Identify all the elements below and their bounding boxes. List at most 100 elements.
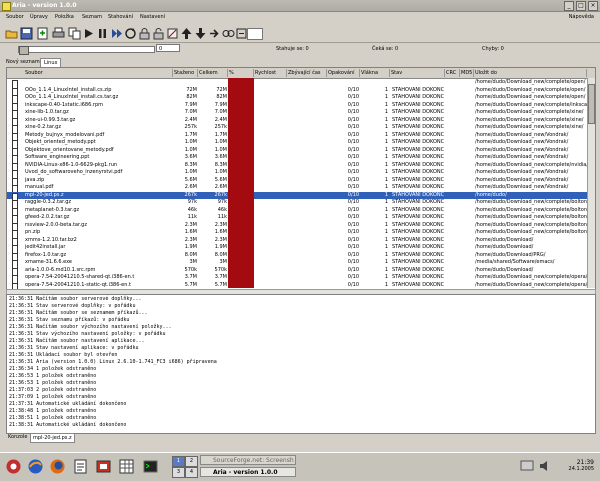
open-folder-icon[interactable] (5, 27, 18, 40)
col-vlakna[interactable]: Vlákna (360, 69, 390, 77)
tab-novy-seznam[interactable]: Nový seznam (3, 58, 43, 66)
start-menu-icon[interactable] (5, 458, 22, 475)
table-row[interactable]: gfeed-2.0.2.tar.gz 11k 11k 0/10 1 STAHOVÁNÍ D… (7, 214, 587, 224)
impress-icon[interactable] (95, 458, 112, 475)
workspace-3[interactable]: 3 (172, 467, 185, 478)
table-row[interactable]: OOo_1.1.4_LinuxIntel_install.cs.tar.gz 82… (7, 94, 587, 104)
lock-icon[interactable] (138, 27, 151, 40)
console-line: 21:37:31 Automatické ukládání dokončeno (9, 401, 126, 408)
maximize-button[interactable]: □ (576, 1, 586, 11)
writer-icon[interactable] (72, 458, 89, 475)
table-row[interactable]: xine-ui-0.99.3.tar.gz 2.4M 2.4M 0/10 1 STAHOV… (7, 117, 587, 127)
table-row[interactable]: mpl-20-jed.ps.z 267k 267k 0/10 1 STAHOVÁNÍ DO… (7, 191, 587, 202)
table-row[interactable]: OOo_1.1.4_LinuxIntel_install.cs.zip 72M 72… (7, 87, 587, 97)
taskbar-clock[interactable]: 21:39 24.1.2005 (569, 459, 594, 472)
table-row[interactable]: xine-0.2.tar.gz 257k 257k 0/10 1 STAHOVÁNÍ DO… (7, 124, 587, 134)
go-icon[interactable] (208, 27, 221, 40)
workspace-2[interactable]: 2 (185, 456, 198, 467)
col-percent[interactable]: % (228, 69, 254, 77)
col-crc[interactable]: CRC (445, 69, 460, 77)
col-zbyvajici-cas[interactable]: Zbývající čas (287, 69, 327, 77)
refresh-icon[interactable] (124, 27, 137, 40)
speed-spinbox[interactable]: 0 (156, 44, 180, 52)
table-row[interactable]: xmms-1.2.10.tar.bz2 2.3M 2.3M 0/10 1 STAHOVÁN… (7, 236, 587, 247)
save-icon[interactable] (20, 27, 33, 40)
workspace-1[interactable]: 1 (172, 456, 185, 467)
table-row[interactable]: java.zip 5.6M 5.6M 0/10 1 STAHOVÁNÍ DOKONČEN /… (7, 177, 587, 187)
table-row[interactable]: Objekt_oriented_metody.ppt 1.0M 1.0M 0/10 1 S… (7, 139, 587, 149)
scrollbar-thumb[interactable] (588, 84, 595, 124)
menu-upravy[interactable]: Úpravy (30, 14, 48, 20)
table-row[interactable]: Objektove_orientovane_metody.pdf 1.0M 1.0M… (7, 147, 587, 157)
menu-napoveda[interactable]: Nápověda (569, 14, 594, 20)
table-row[interactable]: rssview-2.0.0-beta.tar.gz 2.3M 2.3M 0/10 1 ST… (7, 221, 587, 232)
table-row[interactable]: opera-7.54-20041210.1-static-qt.i386-en.… (7, 282, 587, 290)
browser-icon[interactable] (27, 458, 44, 475)
terminal-icon[interactable] (142, 458, 159, 475)
table-row[interactable]: xine-lib-1.0.tar.gz 7.0M 7.0M 0/10 1 STAHOVÁN… (7, 109, 587, 119)
menu-polozka[interactable]: Položka (55, 14, 74, 20)
calc-icon[interactable] (118, 458, 135, 475)
table-row[interactable]: xmame-31.6.6.exe 3M 3M 0/10 1 STAHOVÁNÍ DOKON… (7, 259, 587, 269)
menu-stahovani[interactable]: Stahování (108, 14, 133, 20)
table-row[interactable]: manual.pdf 2.6M 2.6M 0/10 1 STAHOVÁNÍ DOKONČE… (7, 184, 587, 194)
play-icon[interactable] (82, 27, 95, 40)
speed-slider[interactable] (18, 46, 155, 55)
table-row[interactable]: NVIDIA-Linux-x86-1.0-6629-pkg1.run 8.3M 8.… (7, 162, 587, 172)
menu-nastaveni[interactable]: Nastavení (140, 14, 165, 20)
title-bar[interactable]: Aria - version 1.0.0 _ □ × (0, 0, 600, 12)
workspace-4[interactable]: 4 (185, 467, 198, 478)
cell-state: STAHOVÁNÍ DOKONČEN (392, 266, 444, 273)
add-item-icon[interactable] (36, 27, 49, 40)
table-row[interactable]: pn.zip 1.6M 1.6M 0/10 1 STAHOVÁNÍ DOKONČEN/ho… (7, 229, 587, 239)
tab-item-detail[interactable]: mpl-20-jed.ps.z (30, 433, 75, 443)
table-row[interactable]: firefox-1.0.tar.gz 8.0M 8.0M 0/10 1 STAHOVÁNÍ… (7, 252, 587, 262)
pause-icon[interactable] (96, 27, 109, 40)
col-md5[interactable]: MD5 (460, 69, 474, 77)
speed-limit-input[interactable] (247, 28, 263, 40)
col-rychlost[interactable]: Rychlost (254, 69, 287, 77)
copy-icon[interactable] (68, 27, 81, 40)
close-button[interactable]: × (588, 1, 598, 11)
col-opakovani[interactable]: Opakování (327, 69, 360, 77)
move-down-icon[interactable] (194, 27, 207, 40)
table-row[interactable]: inkscape-0.40-1static.i686.rpm 7.9M 7.9M 0/… (7, 102, 587, 112)
table-row[interactable]: /home/dudo/Download_new/complete/open/ (7, 79, 587, 89)
taskbar-window-aria[interactable]: Aria - version 1.0.0 (200, 467, 296, 477)
tray-network-icon[interactable] (520, 459, 534, 473)
col-ulozit-do[interactable]: Uložit do (474, 69, 587, 77)
table-row[interactable]: jedit42install.jar 1.9M 1.9M 0/10 1 STAHOVÁNÍ… (7, 244, 587, 254)
start-all-icon[interactable] (110, 27, 123, 40)
menu-seznam[interactable]: Seznam (82, 14, 102, 20)
taskbar-window-browser[interactable]: SourceForge.net: Screensh (200, 455, 296, 465)
table-row[interactable]: aria-1.0.0-6.md10.1.src.rpm 570k 570k 0/10 1… (7, 266, 587, 277)
console-line: 21:36:31 Načítám soubor serverové doplňk… (9, 296, 141, 303)
move-up-icon[interactable] (180, 27, 193, 40)
cell-state: STAHOVÁNÍ DOKONČEN (392, 221, 444, 228)
col-stazeno[interactable]: Staženo (173, 69, 198, 77)
menu-soubor[interactable]: Soubor (6, 14, 24, 20)
table-row[interactable]: raggle-0.3.2.tar.gz 97k 97k 0/10 1 STAHOVÁNÍ … (7, 199, 587, 209)
table-row[interactable]: Metody_bujnyx_modelovani.pdf 1.7M 1.7M 0/10… (7, 132, 587, 142)
cell-file: xine-0.2.tar.gz (25, 124, 61, 130)
table-row[interactable]: metaplanet-0.3.tar.gz 46k 46k 0/10 1 STAHOVÁN… (7, 207, 587, 217)
tab-konzole[interactable]: Konzole (6, 433, 29, 441)
print-icon[interactable] (52, 27, 65, 40)
cell-downloaded: 257k (184, 124, 197, 130)
slider-knob[interactable] (19, 46, 29, 55)
table-scrollbar[interactable] (587, 78, 595, 288)
clear-icon[interactable] (166, 27, 179, 40)
table-row[interactable]: Uvod_do_softwaroveho_inzenyrstvi.pdf 1.0M… (7, 169, 587, 179)
col-stav[interactable]: Stav (390, 69, 445, 77)
col-soubor[interactable]: Soubor (7, 69, 173, 77)
table-row[interactable]: opera-7.54-20041210.5-shared-qt.i386-en.… (7, 274, 587, 284)
unlock-icon[interactable] (152, 27, 165, 40)
col-celkem[interactable]: Celkem (198, 69, 228, 77)
tray-volume-icon[interactable] (538, 459, 552, 473)
tab-linux[interactable]: Linux (40, 58, 62, 67)
cell-file: xmms-1.2.10.tar.bz2 (25, 236, 77, 243)
firefox-icon[interactable] (49, 458, 66, 475)
table-row[interactable]: Software_engineering.ppt 3.6M 3.6M 0/10 1 STA… (7, 154, 587, 164)
speed-icon[interactable] (222, 27, 235, 40)
minimize-button[interactable]: _ (564, 1, 574, 11)
